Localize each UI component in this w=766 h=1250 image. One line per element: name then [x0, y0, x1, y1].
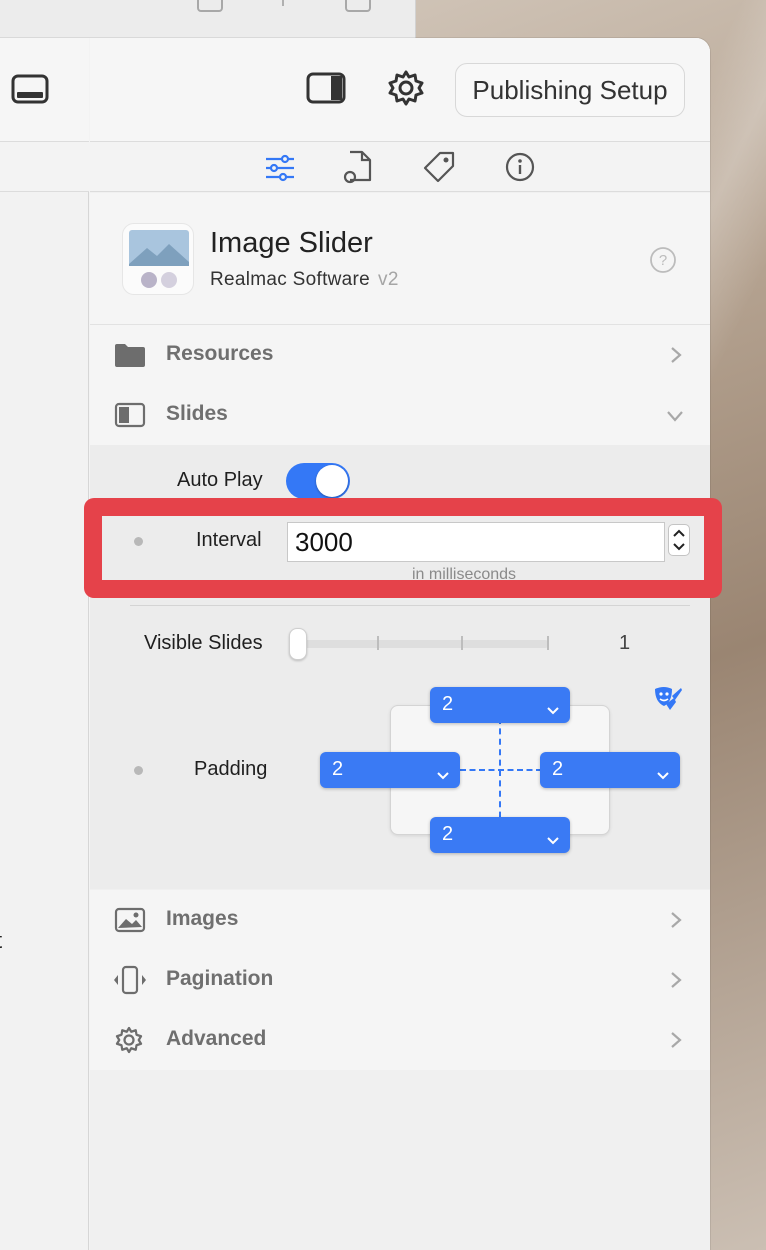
autoplay-label: Auto Play [177, 469, 263, 491]
visible-slides-value: 1 [619, 632, 631, 654]
section-slides[interactable]: Slides [90, 385, 710, 445]
autoplay-toggle[interactable] [286, 463, 350, 499]
vendor-name: Realmac Software [210, 269, 371, 290]
canvas-text: t [0, 928, 2, 954]
chevron-down-icon [546, 699, 560, 722]
plugin-header: Image Slider Realmac Software v2 [90, 193, 710, 325]
section-label: Pagination [166, 967, 274, 990]
divider [130, 605, 690, 606]
left-pane: t [0, 38, 89, 1250]
padding-bottom-select[interactable]: 2 [430, 817, 570, 853]
padding-guide-horizontal [460, 769, 542, 771]
help-icon[interactable]: ? [649, 246, 677, 279]
folder-icon [114, 342, 146, 373]
slider-thumb[interactable] [289, 628, 307, 660]
inspector-toolbar: Publishing Setup [90, 38, 710, 142]
chevron-down-icon [546, 829, 560, 852]
window-icon [197, 0, 223, 12]
plugin-title: Image Slider [210, 227, 373, 259]
padding-guide-vertical [499, 718, 501, 828]
divider [282, 0, 284, 6]
chevron-down-icon [436, 764, 450, 787]
padding-left-select[interactable]: 2 [320, 752, 460, 788]
chevron-right-icon [670, 971, 682, 994]
highlight-box [84, 498, 722, 598]
padding-left-value: 2 [332, 758, 344, 780]
padding-right-value: 2 [552, 758, 564, 780]
section-label: Slides [166, 402, 228, 425]
plugin-version: v2 [378, 269, 399, 290]
padding-label: Padding [194, 758, 268, 780]
section-label: Images [166, 907, 239, 930]
toggle-knob [316, 465, 348, 497]
publishing-setup-button[interactable]: Publishing Setup [455, 63, 685, 117]
section-label: Advanced [166, 1027, 267, 1050]
chevron-down-icon [656, 764, 670, 787]
chevron-right-icon [670, 346, 682, 369]
section-pagination[interactable]: Pagination [90, 950, 710, 1010]
empty-area [90, 1070, 710, 1250]
left-subbar [0, 142, 89, 192]
pagination-icon [112, 965, 148, 1000]
slides-icon [114, 402, 146, 433]
visible-slides-label: Visible Slides [144, 632, 263, 654]
inspector-tabs [90, 142, 710, 192]
image-icon [114, 907, 146, 938]
page-settings-icon[interactable] [342, 150, 374, 189]
background-window [0, 0, 416, 40]
sliders-icon[interactable] [265, 154, 295, 187]
bottom-panel-icon[interactable] [11, 74, 51, 111]
svg-text:?: ? [659, 252, 667, 269]
left-toolbar [0, 38, 89, 142]
slider-tick [377, 636, 379, 650]
inspector-pane: Publishing Setup Image Slider Realmac So… [90, 38, 710, 1250]
chevron-right-icon [670, 911, 682, 934]
padding-top-select[interactable]: 2 [430, 687, 570, 723]
gear-icon [114, 1025, 144, 1060]
chevron-right-icon [670, 1031, 682, 1054]
duplicate-icon [345, 0, 371, 12]
padding-right-select[interactable]: 2 [540, 752, 680, 788]
slider-tick [547, 636, 549, 650]
section-resources[interactable]: Resources [90, 325, 710, 385]
theme-icon[interactable] [652, 684, 684, 721]
padding-bottom-value: 2 [442, 823, 454, 845]
app-window: t Publishing Setup [0, 38, 710, 1250]
visible-slides-slider[interactable] [297, 640, 549, 648]
plugin-vendor: Realmac Software v2 [210, 269, 399, 291]
plugin-icon [122, 223, 194, 295]
tag-icon[interactable] [422, 150, 456, 189]
section-label: Resources [166, 342, 274, 365]
gear-icon[interactable] [386, 68, 426, 113]
section-advanced[interactable]: Advanced [90, 1010, 710, 1070]
binding-dot[interactable] [134, 766, 143, 775]
sidebar-toggle-icon[interactable] [306, 72, 348, 111]
slider-tick [461, 636, 463, 650]
info-icon[interactable] [504, 151, 536, 188]
padding-top-value: 2 [442, 693, 454, 715]
chevron-down-icon [666, 409, 684, 427]
section-images[interactable]: Images [90, 890, 710, 950]
